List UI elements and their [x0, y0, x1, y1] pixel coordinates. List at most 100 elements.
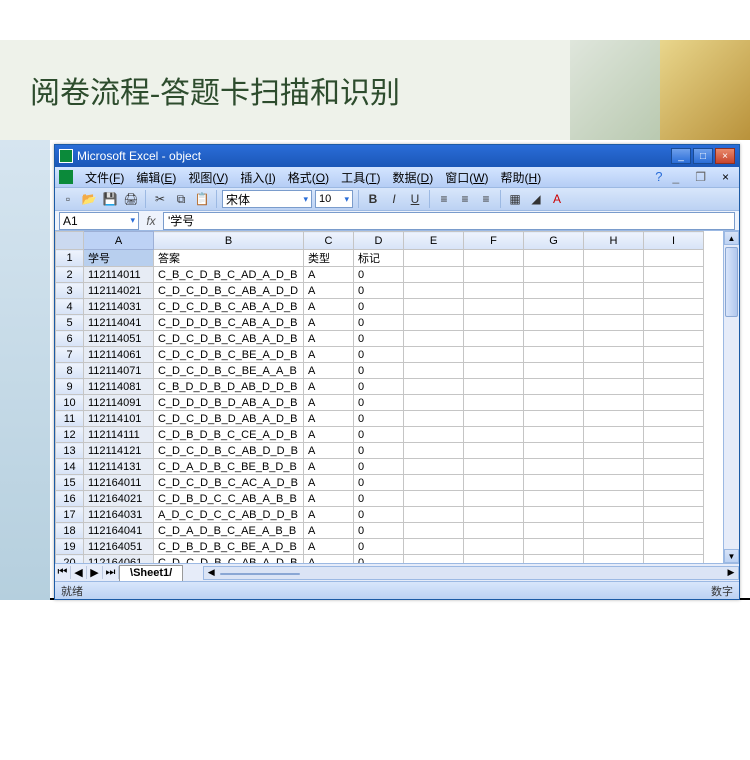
row-header[interactable]: 16 [56, 491, 84, 507]
cell[interactable] [644, 379, 704, 395]
cell[interactable]: A [304, 379, 354, 395]
cell[interactable] [404, 299, 464, 315]
row-header[interactable]: 4 [56, 299, 84, 315]
cell[interactable] [584, 491, 644, 507]
cell[interactable] [464, 475, 524, 491]
scroll-right-icon[interactable]: ▶ [724, 567, 738, 578]
cell[interactable]: 0 [354, 459, 404, 475]
cell[interactable]: C_D_A_D_B_C_BE_B_D_B [154, 459, 304, 475]
tab-nav-next-icon[interactable]: ▶ [87, 566, 103, 579]
cell[interactable] [464, 299, 524, 315]
cell[interactable] [464, 411, 524, 427]
cell[interactable] [524, 427, 584, 443]
cell[interactable]: A [304, 555, 354, 564]
doc-minimize-button[interactable]: _ [667, 169, 686, 185]
cell[interactable] [644, 363, 704, 379]
cell[interactable]: 答案 [154, 250, 304, 267]
cell[interactable] [584, 523, 644, 539]
cell[interactable] [584, 283, 644, 299]
cell[interactable] [404, 475, 464, 491]
cell[interactable]: A [304, 491, 354, 507]
menu-edit[interactable]: 编辑(E) [130, 168, 182, 187]
cell[interactable]: A [304, 267, 354, 283]
font-name-selector[interactable]: 宋体▾ [222, 190, 312, 208]
cell[interactable]: C_D_C_D_B_C_AB_A_D_D [154, 283, 304, 299]
doc-restore-button[interactable]: ❐ [689, 169, 712, 185]
cell[interactable] [584, 363, 644, 379]
cell[interactable]: 112164011 [84, 475, 154, 491]
cell[interactable] [524, 443, 584, 459]
cell[interactable] [584, 250, 644, 267]
row-header[interactable]: 15 [56, 475, 84, 491]
cell[interactable] [524, 491, 584, 507]
cell[interactable] [524, 267, 584, 283]
cell[interactable]: 112114071 [84, 363, 154, 379]
cell[interactable]: C_D_C_D_B_C_AC_A_D_B [154, 475, 304, 491]
cell[interactable] [464, 427, 524, 443]
row-header[interactable]: 6 [56, 331, 84, 347]
fill-color-icon[interactable]: ◢ [527, 190, 545, 208]
cell[interactable] [644, 347, 704, 363]
cell[interactable] [524, 395, 584, 411]
cell[interactable] [584, 395, 644, 411]
cell[interactable] [464, 523, 524, 539]
cell[interactable] [404, 459, 464, 475]
cell[interactable]: 标记 [354, 250, 404, 267]
cell[interactable] [464, 459, 524, 475]
copy-icon[interactable]: ⧉ [172, 190, 190, 208]
print-icon[interactable]: 🖨 [122, 190, 140, 208]
cell[interactable] [524, 299, 584, 315]
underline-button[interactable]: U [406, 190, 424, 208]
cell[interactable]: A [304, 459, 354, 475]
cell[interactable]: 112114041 [84, 315, 154, 331]
row-header[interactable]: 7 [56, 347, 84, 363]
tab-nav-last-icon[interactable]: ⏭ [103, 566, 119, 579]
cell[interactable] [584, 267, 644, 283]
cell[interactable] [464, 315, 524, 331]
scroll-track[interactable] [724, 245, 739, 549]
cell[interactable] [404, 539, 464, 555]
cell[interactable] [584, 315, 644, 331]
cell[interactable]: A [304, 395, 354, 411]
cell[interactable]: 112164021 [84, 491, 154, 507]
row-header[interactable]: 19 [56, 539, 84, 555]
cell[interactable]: 112164031 [84, 507, 154, 523]
cell[interactable] [464, 555, 524, 564]
cell[interactable] [644, 427, 704, 443]
cell[interactable]: C_D_B_D_B_C_CE_A_D_B [154, 427, 304, 443]
cell[interactable] [464, 395, 524, 411]
cell[interactable] [404, 315, 464, 331]
cell[interactable]: C_D_D_D_B_C_AB_A_D_B [154, 315, 304, 331]
cell[interactable]: 0 [354, 395, 404, 411]
scroll-left-icon[interactable]: ◀ [204, 567, 218, 578]
row-header[interactable]: 1 [56, 250, 84, 267]
column-header[interactable]: H [584, 232, 644, 250]
name-box[interactable]: A1▾ [59, 212, 139, 230]
cell[interactable]: A [304, 539, 354, 555]
cell[interactable] [404, 427, 464, 443]
doc-close-button[interactable]: × [716, 169, 735, 185]
align-right-icon[interactable]: ≡ [477, 190, 495, 208]
cell[interactable] [524, 507, 584, 523]
scroll-thumb[interactable] [725, 247, 738, 317]
cell[interactable]: 0 [354, 443, 404, 459]
column-header[interactable]: A [84, 232, 154, 250]
align-center-icon[interactable]: ≡ [456, 190, 474, 208]
cell[interactable]: A [304, 331, 354, 347]
cell[interactable]: C_B_D_D_B_D_AB_D_D_B [154, 379, 304, 395]
cell[interactable] [464, 331, 524, 347]
row-header[interactable]: 13 [56, 443, 84, 459]
cell[interactable] [644, 491, 704, 507]
cell[interactable]: C_D_B_D_B_C_BE_A_D_B [154, 539, 304, 555]
cell[interactable] [644, 299, 704, 315]
row-header[interactable]: 11 [56, 411, 84, 427]
font-color-icon[interactable]: A [548, 190, 566, 208]
cell[interactable]: C_D_C_D_B_D_AB_A_D_B [154, 411, 304, 427]
cell[interactable] [464, 267, 524, 283]
cell[interactable]: A [304, 427, 354, 443]
cell[interactable] [584, 331, 644, 347]
vertical-scrollbar[interactable]: ▲ ▼ [723, 231, 739, 563]
menu-insert[interactable]: 插入(I) [234, 168, 281, 187]
cell[interactable] [644, 443, 704, 459]
cell[interactable]: 学号 [84, 250, 154, 267]
